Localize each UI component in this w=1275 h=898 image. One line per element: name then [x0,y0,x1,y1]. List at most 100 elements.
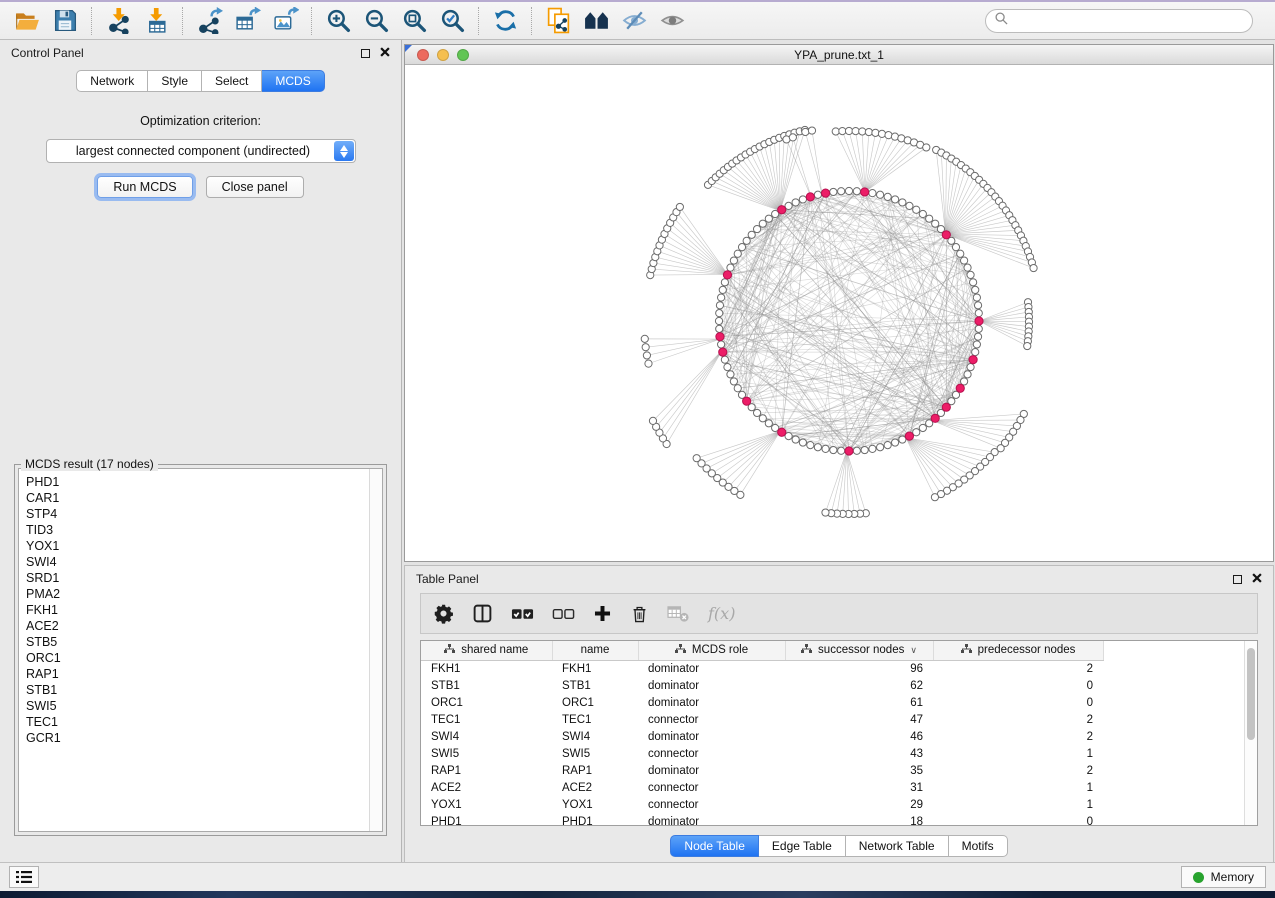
graph-node[interactable] [765,420,772,427]
memory-button[interactable]: Memory [1181,866,1266,888]
column-header-MCDS-role[interactable]: MCDS role [638,641,785,660]
column-header-predecessor-nodes[interactable]: predecessor nodes [933,641,1103,660]
graph-node[interactable] [730,257,737,264]
graph-node[interactable] [832,128,839,135]
column-header-shared-name[interactable]: shared name [421,641,552,660]
graph-node[interactable] [641,335,648,342]
graph-node-dominator[interactable] [969,356,977,364]
graph-node[interactable] [721,356,728,363]
graph-node[interactable] [734,250,741,257]
run-mcds-button[interactable]: Run MCDS [97,176,192,198]
graph-node[interactable] [789,134,796,141]
graph-node[interactable] [964,264,971,271]
network-view-canvas[interactable] [405,65,1273,561]
graph-node[interactable] [718,341,725,348]
graph-node[interactable] [961,257,968,264]
export-image-icon[interactable] [266,6,304,36]
graph-node[interactable] [743,237,750,244]
graph-node[interactable] [972,349,979,356]
graph-node[interactable] [891,439,898,446]
mcds-result-item[interactable]: PHD1 [26,474,362,490]
graph-node[interactable] [973,294,980,301]
graph-node[interactable] [716,302,723,309]
graph-node-dominator[interactable] [719,348,727,356]
search-input[interactable] [1014,14,1243,28]
graph-node-dominator[interactable] [942,231,950,239]
table-row[interactable]: PHD1PHD1dominator180 [421,813,1244,826]
open-file-icon[interactable] [8,6,46,36]
graph-node[interactable] [802,128,809,135]
mcds-result-item[interactable]: RAP1 [26,666,362,682]
graph-node[interactable] [716,325,723,332]
graph-node[interactable] [845,127,852,134]
float-panel-icon[interactable] [1233,575,1242,584]
graph-node[interactable] [814,191,821,198]
show-columns-icon[interactable] [472,603,493,624]
graph-node[interactable] [869,445,876,452]
network-graph[interactable] [405,65,1271,560]
graph-node-dominator[interactable] [905,432,913,440]
graph-node[interactable] [865,128,872,135]
graph-node[interactable] [970,279,977,286]
graph-node[interactable] [861,446,868,453]
graph-node[interactable] [1024,342,1031,349]
graph-node[interactable] [967,271,974,278]
graph-node[interactable] [753,409,760,416]
table-row[interactable]: STB1STB1dominator620 [421,677,1244,694]
tab-node-table[interactable]: Node Table [670,835,759,857]
graph-node[interactable] [906,202,913,209]
graph-node[interactable] [845,187,852,194]
import-table-icon[interactable] [137,6,175,36]
close-panel-button[interactable]: Close panel [206,176,304,198]
graph-node[interactable] [869,190,876,197]
mcds-result-item[interactable]: ACE2 [26,618,362,634]
graph-node[interactable] [973,341,980,348]
graph-node[interactable] [919,424,926,431]
graph-node[interactable] [814,444,821,451]
graph-node[interactable] [676,203,683,210]
graph-node[interactable] [884,442,891,449]
refresh-view-icon[interactable] [486,6,524,36]
close-panel-icon[interactable] [380,44,390,62]
tab-edge-table[interactable]: Edge Table [759,835,846,857]
graph-node-dominator[interactable] [716,333,724,341]
close-window-icon[interactable] [417,49,429,61]
mcds-result-item[interactable]: TID3 [26,522,362,538]
deselect-all-icon[interactable] [552,605,575,623]
graph-node[interactable] [807,442,814,449]
export-table-icon[interactable] [228,6,266,36]
graph-node-dominator[interactable] [778,428,786,436]
search-field[interactable] [985,9,1253,33]
graph-node[interactable] [765,215,772,222]
mcds-result-item[interactable]: FKH1 [26,602,362,618]
graph-node[interactable] [808,127,815,134]
graph-node[interactable] [919,210,926,217]
tab-mcds[interactable]: MCDS [262,70,324,92]
select-all-icon[interactable] [511,605,534,623]
column-header-successor-nodes[interactable]: successor nodes∨ [785,641,933,660]
hide-selected-eye-slash-icon[interactable] [615,6,653,36]
tab-motifs[interactable]: Motifs [949,835,1008,857]
network-window-titlebar[interactable]: YPA_prune.txt_1 [405,45,1273,65]
graph-node[interactable] [872,129,879,136]
graph-node[interactable] [877,191,884,198]
graph-node[interactable] [724,363,731,370]
tab-select[interactable]: Select [202,70,262,92]
table-row[interactable]: SWI5SWI5connector431 [421,745,1244,762]
graph-node-dominator[interactable] [806,193,814,201]
new-network-from-selection-icon[interactable] [539,6,577,36]
settings-gear-icon[interactable] [433,603,454,624]
mcds-result-item[interactable]: CAR1 [26,490,362,506]
graph-node-dominator[interactable] [931,414,939,422]
graph-node-dominator[interactable] [778,206,786,214]
graph-node[interactable] [923,144,930,151]
graph-node[interactable] [838,447,845,454]
graph-node[interactable] [838,188,845,195]
graph-node[interactable] [822,509,829,516]
task-history-button[interactable] [9,866,39,888]
table-row[interactable]: ACE2ACE2connector311 [421,779,1244,796]
mcds-result-item[interactable]: STB1 [26,682,362,698]
column-header-name[interactable]: name [552,641,638,660]
zoom-fit-icon[interactable] [395,6,433,36]
graph-node[interactable] [792,436,799,443]
